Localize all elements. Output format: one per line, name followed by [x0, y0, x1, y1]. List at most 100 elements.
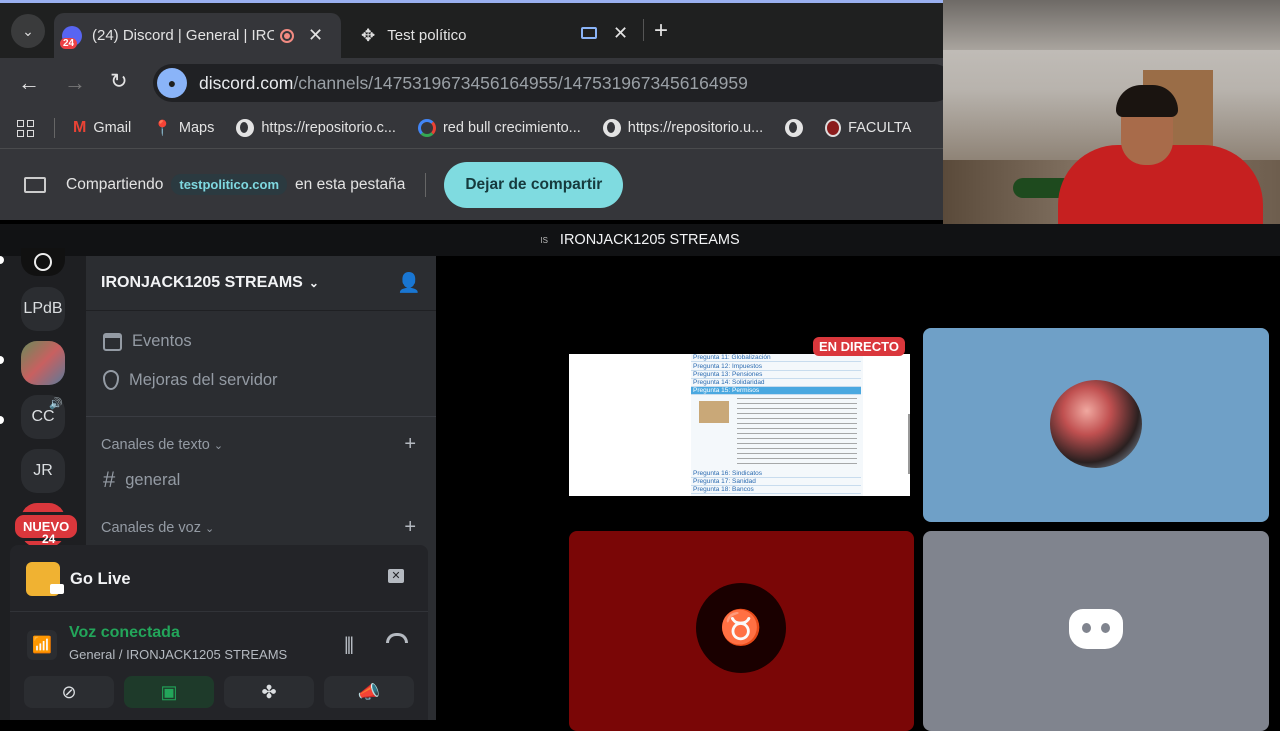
server-indicator	[0, 256, 4, 264]
maps-icon: 📍	[153, 120, 172, 137]
bookmark-divider	[54, 118, 55, 138]
bookmark-maps[interactable]: 📍 Maps	[153, 119, 214, 137]
google-icon	[417, 119, 436, 137]
discord-logo-icon	[1069, 609, 1123, 649]
window-title: IRONJACK1205 STREAMS	[559, 232, 740, 248]
server-unread-indicator	[0, 416, 4, 424]
close-tab-icon[interactable]: ✕	[308, 25, 323, 46]
invite-people-icon[interactable]: 👤	[397, 271, 421, 295]
bookmark-repositorio-c[interactable]: https://repositorio.c...	[236, 119, 396, 137]
server-logo-icon	[34, 253, 52, 271]
bull-avatar-icon: ♉	[696, 583, 786, 673]
server-lpdb[interactable]: LPdB	[21, 287, 65, 331]
apps-grid-icon[interactable]	[17, 119, 34, 137]
panel-divider	[10, 611, 428, 612]
scrollbar[interactable]	[908, 414, 910, 474]
participant-tile-default[interactable]	[923, 531, 1269, 731]
address-bar[interactable]: ● discord.com/channels/14753196734561649…	[153, 64, 953, 102]
add-text-channel-icon[interactable]: +	[404, 433, 416, 456]
tab-title: (24) Discord | General | IRONJ	[92, 27, 274, 44]
bookmark-globe[interactable]	[785, 119, 804, 137]
participant-avatar	[1050, 380, 1142, 468]
tab-test-politico[interactable]: ✥ Test político ✕	[355, 13, 640, 58]
url-domain: discord.com	[199, 72, 294, 93]
speaker-icon: 🔊	[49, 398, 63, 410]
soundboard-icon: 📣	[357, 681, 381, 702]
chevron-down-icon: ⌄	[204, 523, 215, 535]
soundboard-button[interactable]: 📣	[324, 676, 414, 708]
person-hair	[1116, 85, 1178, 117]
go-live-icon	[26, 562, 64, 596]
screen-share-icon: ▣	[160, 681, 178, 702]
back-icon[interactable]: ←	[18, 70, 40, 96]
question-item[interactable]: Pregunta 12: Impuestos	[691, 363, 861, 371]
camera-icon	[50, 584, 64, 594]
activities-icon: ✤	[261, 681, 277, 702]
tab-discord[interactable]: 24 (24) Discord | General | IRONJ ✕	[54, 13, 341, 58]
hash-icon: #	[103, 467, 116, 492]
noise-suppression-icon[interactable]: |||	[344, 634, 354, 655]
server-name: IRONJACK1205 STREAMS	[101, 274, 303, 291]
server-boost-item[interactable]: Mejoras del servidor	[103, 370, 278, 390]
tab-sharing-bar: Compartiendo testpolitico.com en esta pe…	[0, 148, 943, 220]
globe-icon	[785, 119, 804, 137]
participant-tile-bull[interactable]: ♉	[569, 531, 914, 731]
server-header[interactable]: IRONJACK1205 STREAMS ⌄ 👤	[86, 256, 436, 311]
live-badge: EN DIRECTO	[813, 337, 905, 356]
reload-icon[interactable]: ↻	[110, 69, 128, 94]
chevron-down-icon: ⌄	[213, 440, 224, 452]
browser-toolbar: ← → ↻ ● discord.com/channels/14753196734…	[0, 58, 953, 108]
server-image[interactable]	[21, 341, 65, 385]
bookmark-red-bull[interactable]: red bull crecimiento...	[417, 119, 581, 137]
bookmark-faculta[interactable]: FACULTA	[825, 119, 911, 137]
webcam-feed	[943, 0, 1280, 224]
voice-channels-category[interactable]: Canales de voz ⌄	[101, 520, 214, 536]
toggle-camera-button[interactable]: ⊘	[24, 676, 114, 708]
forward-icon[interactable]: →	[64, 70, 86, 96]
question-item[interactable]: Pregunta 15: Permisos	[691, 387, 861, 395]
server-cc[interactable]: CC 🔊	[21, 395, 65, 439]
text-channels-category[interactable]: Canales de texto ⌄	[101, 437, 223, 453]
question-text	[737, 398, 857, 464]
disconnect-icon[interactable]	[386, 633, 408, 643]
close-popout-icon[interactable]: ✕	[388, 569, 404, 583]
close-tab-icon[interactable]: ✕	[613, 23, 628, 44]
mention-badge: 24	[42, 532, 56, 546]
question-item[interactable]: Pregunta 14: Solidaridad	[691, 379, 861, 387]
question-item[interactable]: Pregunta 13: Pensiones	[691, 371, 861, 379]
events-item[interactable]: Eventos	[103, 332, 192, 351]
browser-tab-bar: ⌄ 24 (24) Discord | General | IRONJ ✕ ✥ …	[0, 0, 943, 58]
globe-icon	[602, 119, 621, 137]
stop-sharing-button[interactable]: Dejar de compartir	[444, 161, 624, 208]
activities-button[interactable]: ✤	[224, 676, 314, 708]
signal-icon[interactable]: 📶	[27, 630, 57, 660]
microphone-icon[interactable]: ●	[157, 68, 187, 98]
bookmark-repositorio-u[interactable]: https://repositorio.u...	[602, 119, 763, 137]
server-logo[interactable]	[21, 248, 65, 276]
channel-general[interactable]: # general	[103, 467, 180, 493]
tab-search-button[interactable]: ⌄	[11, 14, 45, 48]
participant-tile-camera[interactable]	[923, 328, 1269, 522]
screen-share-icon	[581, 27, 597, 39]
bookmarks-bar: M Gmail 📍 Maps https://repositorio.c... …	[0, 108, 943, 148]
question-item[interactable]: Pregunta 17: Sanidad	[691, 478, 861, 486]
question-item[interactable]: Pregunta 18: Bancos	[691, 486, 861, 494]
chevron-down-icon: ⌄	[22, 22, 34, 39]
voice-status[interactable]: Voz conectada	[69, 624, 180, 642]
new-tab-icon[interactable]: +	[654, 17, 668, 45]
server-icon: IS	[540, 235, 548, 245]
voice-location[interactable]: General / IRONJACK1205 STREAMS	[69, 647, 287, 662]
server-unread-indicator	[0, 356, 4, 364]
question-item[interactable]: Pregunta 16: Sindicatos	[691, 470, 861, 478]
screen-share-tile[interactable]: Pregunta 11: Globalización Pregunta 12: I…	[569, 354, 910, 496]
go-live-label[interactable]: Go Live	[70, 570, 131, 589]
camera-off-icon: ⊘	[61, 681, 77, 702]
sharing-domain: testpolitico.com	[171, 174, 288, 195]
screen-share-button[interactable]: ▣	[124, 676, 214, 708]
add-voice-channel-icon[interactable]: +	[404, 516, 416, 539]
gmail-icon: M	[73, 119, 87, 136]
server-jr[interactable]: JR	[21, 449, 65, 493]
move-icon: ✥	[361, 25, 376, 45]
boost-icon	[103, 370, 119, 390]
bookmark-gmail[interactable]: M Gmail	[73, 119, 131, 137]
